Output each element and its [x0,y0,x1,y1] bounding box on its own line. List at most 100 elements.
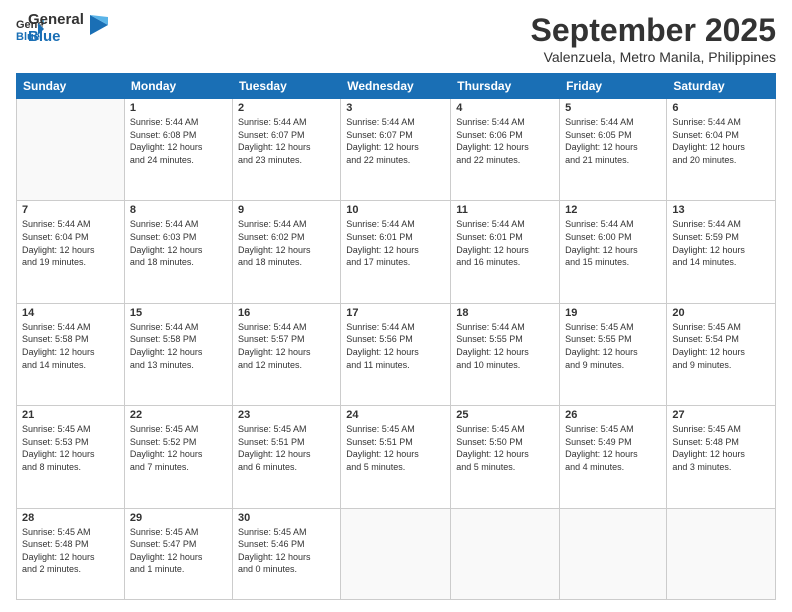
calendar-cell: 21Sunrise: 5:45 AM Sunset: 5:53 PM Dayli… [17,406,125,508]
cell-info: Sunrise: 5:44 AM Sunset: 6:00 PM Dayligh… [565,218,661,268]
day-number: 4 [456,102,554,114]
calendar-week-row: 21Sunrise: 5:45 AM Sunset: 5:53 PM Dayli… [17,406,776,508]
day-number: 12 [565,204,661,216]
cell-info: Sunrise: 5:44 AM Sunset: 6:04 PM Dayligh… [22,218,119,268]
calendar-cell: 1 Sunrise: 5:44 AM Sunset: 6:08 PM Daylig… [124,99,232,201]
cell-info: Sunrise: 5:44 AM Sunset: 6:01 PM Dayligh… [456,218,554,268]
calendar-cell: 19 Sunrise: 5:45 AM Sunset: 5:55 PM Dayli… [560,303,667,405]
logo-blue: Blue [28,29,84,46]
day-number: 2 [238,102,335,114]
day-number: 3 [346,102,445,114]
day-number: 5 [565,102,661,114]
day-number: 20 [672,307,770,319]
calendar-cell: 9 Sunrise: 5:44 AM Sunset: 6:02 PM Daylig… [232,201,340,303]
cell-info: Sunrise: 5:44 AM Sunset: 5:57 PM Dayligh… [238,321,335,371]
calendar-week-row: 14 Sunrise: 5:44 AM Sunset: 5:58 PM Dayli… [17,303,776,405]
calendar-cell: 17 Sunrise: 5:44 AM Sunset: 5:56 PM Dayli… [341,303,451,405]
day-number: 7 [22,204,119,216]
calendar-week-row: 1 Sunrise: 5:44 AM Sunset: 6:08 PM Daylig… [17,99,776,201]
cell-info: Sunrise: 5:44 AM Sunset: 6:04 PM Dayligh… [672,116,770,166]
day-number: 24 [346,409,445,421]
day-number: 8 [130,204,227,216]
weekday-header-cell: Saturday [667,74,776,99]
weekday-header-cell: Monday [124,74,232,99]
cell-info: Sunrise: 5:44 AM Sunset: 5:58 PM Dayligh… [22,321,119,371]
cell-info: Sunrise: 5:45 AM Sunset: 5:53 PM Dayligh… [22,423,119,473]
cell-info: Sunrise: 5:45 AM Sunset: 5:48 PM Dayligh… [672,423,770,473]
day-number: 11 [456,204,554,216]
day-number: 19 [565,307,661,319]
weekday-header-cell: Thursday [451,74,560,99]
calendar-body: 1 Sunrise: 5:44 AM Sunset: 6:08 PM Daylig… [17,99,776,600]
day-number: 26 [565,409,661,421]
weekday-header-cell: Wednesday [341,74,451,99]
calendar-cell: 4 Sunrise: 5:44 AM Sunset: 6:06 PM Daylig… [451,99,560,201]
logo: General Blue General Blue [16,12,108,45]
cell-info: Sunrise: 5:45 AM Sunset: 5:49 PM Dayligh… [565,423,661,473]
month-title: September 2025 [531,12,776,49]
calendar-cell: 15 Sunrise: 5:44 AM Sunset: 5:58 PM Dayli… [124,303,232,405]
day-number: 22 [130,409,227,421]
page: General Blue General Blue September 2025… [0,0,792,612]
calendar-week-row: 7 Sunrise: 5:44 AM Sunset: 6:04 PM Daylig… [17,201,776,303]
calendar-cell: 20Sunrise: 5:45 AM Sunset: 5:54 PM Dayli… [667,303,776,405]
calendar-cell: 28Sunrise: 5:45 AM Sunset: 5:48 PM Dayli… [17,508,125,599]
calendar-cell: 24 Sunrise: 5:45 AM Sunset: 5:51 PM Dayli… [341,406,451,508]
calendar-cell: 14 Sunrise: 5:44 AM Sunset: 5:58 PM Dayli… [17,303,125,405]
cell-info: Sunrise: 5:44 AM Sunset: 6:03 PM Dayligh… [130,218,227,268]
calendar-cell: 18 Sunrise: 5:44 AM Sunset: 5:55 PM Dayli… [451,303,560,405]
calendar-cell: 16Sunrise: 5:44 AM Sunset: 5:57 PM Dayli… [232,303,340,405]
cell-info: Sunrise: 5:45 AM Sunset: 5:46 PM Dayligh… [238,526,335,576]
cell-info: Sunrise: 5:45 AM Sunset: 5:55 PM Dayligh… [565,321,661,371]
cell-info: Sunrise: 5:44 AM Sunset: 5:56 PM Dayligh… [346,321,445,371]
day-number: 1 [130,102,227,114]
cell-info: Sunrise: 5:44 AM Sunset: 5:58 PM Dayligh… [130,321,227,371]
calendar-cell: 25 Sunrise: 5:45 AM Sunset: 5:50 PM Dayli… [451,406,560,508]
day-number: 17 [346,307,445,319]
weekday-header-cell: Sunday [17,74,125,99]
calendar-cell: 13Sunrise: 5:44 AM Sunset: 5:59 PM Dayli… [667,201,776,303]
subtitle: Valenzuela, Metro Manila, Philippines [531,49,776,65]
day-number: 15 [130,307,227,319]
cell-info: Sunrise: 5:44 AM Sunset: 5:59 PM Dayligh… [672,218,770,268]
calendar-cell: 5 Sunrise: 5:44 AM Sunset: 6:05 PM Daylig… [560,99,667,201]
cell-info: Sunrise: 5:44 AM Sunset: 6:01 PM Dayligh… [346,218,445,268]
cell-info: Sunrise: 5:44 AM Sunset: 6:07 PM Dayligh… [346,116,445,166]
day-number: 28 [22,512,119,524]
cell-info: Sunrise: 5:44 AM Sunset: 6:05 PM Dayligh… [565,116,661,166]
calendar-table: SundayMondayTuesdayWednesdayThursdayFrid… [16,73,776,600]
calendar-cell: 22 Sunrise: 5:45 AM Sunset: 5:52 PM Dayli… [124,406,232,508]
weekday-header-row: SundayMondayTuesdayWednesdayThursdayFrid… [17,74,776,99]
cell-info: Sunrise: 5:45 AM Sunset: 5:51 PM Dayligh… [346,423,445,473]
day-number: 25 [456,409,554,421]
title-block: September 2025 Valenzuela, Metro Manila,… [531,12,776,65]
day-number: 14 [22,307,119,319]
cell-info: Sunrise: 5:45 AM Sunset: 5:52 PM Dayligh… [130,423,227,473]
day-number: 18 [456,307,554,319]
day-number: 27 [672,409,770,421]
calendar-week-row: 28Sunrise: 5:45 AM Sunset: 5:48 PM Dayli… [17,508,776,599]
calendar-cell: 30Sunrise: 5:45 AM Sunset: 5:46 PM Dayli… [232,508,340,599]
day-number: 9 [238,204,335,216]
calendar-cell: 11 Sunrise: 5:44 AM Sunset: 6:01 PM Dayli… [451,201,560,303]
calendar-cell: 23Sunrise: 5:45 AM Sunset: 5:51 PM Dayli… [232,406,340,508]
calendar-cell: 3 Sunrise: 5:44 AM Sunset: 6:07 PM Daylig… [341,99,451,201]
cell-info: Sunrise: 5:44 AM Sunset: 6:06 PM Dayligh… [456,116,554,166]
cell-info: Sunrise: 5:44 AM Sunset: 6:08 PM Dayligh… [130,116,227,166]
cell-info: Sunrise: 5:44 AM Sunset: 5:55 PM Dayligh… [456,321,554,371]
calendar-cell: 12 Sunrise: 5:44 AM Sunset: 6:00 PM Dayli… [560,201,667,303]
day-number: 6 [672,102,770,114]
calendar-cell: 8 Sunrise: 5:44 AM Sunset: 6:03 PM Daylig… [124,201,232,303]
header: General Blue General Blue September 2025… [16,12,776,65]
calendar-cell: 27 Sunrise: 5:45 AM Sunset: 5:48 PM Dayli… [667,406,776,508]
day-number: 29 [130,512,227,524]
calendar-cell: 29Sunrise: 5:45 AM Sunset: 5:47 PM Dayli… [124,508,232,599]
calendar-cell [341,508,451,599]
cell-info: Sunrise: 5:45 AM Sunset: 5:50 PM Dayligh… [456,423,554,473]
weekday-header-cell: Tuesday [232,74,340,99]
weekday-header-cell: Friday [560,74,667,99]
cell-info: Sunrise: 5:44 AM Sunset: 6:07 PM Dayligh… [238,116,335,166]
calendar-cell [667,508,776,599]
cell-info: Sunrise: 5:44 AM Sunset: 6:02 PM Dayligh… [238,218,335,268]
logo-arrow-icon [90,15,108,35]
